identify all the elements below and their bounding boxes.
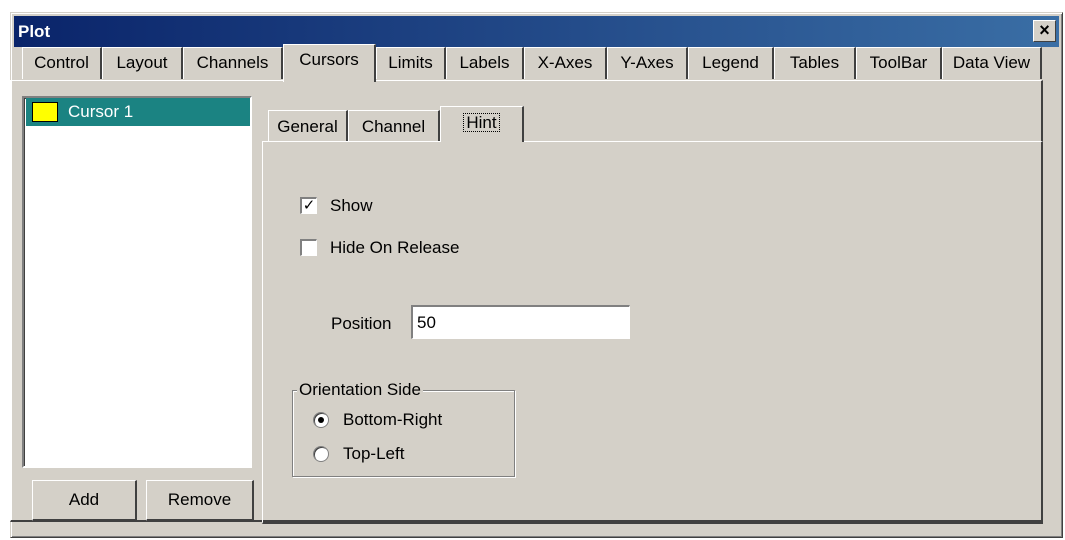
window-title: Plot [18,22,51,41]
check-icon: ✓ [302,197,316,214]
tab-layout[interactable]: Layout [102,47,183,79]
tab-labels[interactable]: Labels [446,47,524,79]
hide-on-release-label: Hide On Release [330,238,460,257]
tab-y-axes[interactable]: Y-Axes [607,47,688,79]
cursor-list[interactable]: Cursor 1 [22,96,252,468]
add-button[interactable]: Add [32,480,137,521]
subtab-channel[interactable]: Channel [348,110,440,142]
show-label: Show [330,196,373,215]
show-checkbox[interactable]: ✓ [300,197,317,214]
tab-data-view[interactable]: Data View [942,47,1042,79]
tab-cursors[interactable]: Cursors [283,44,376,82]
position-input[interactable] [411,305,630,339]
close-icon: × [1039,20,1050,40]
tab-legend[interactable]: Legend [688,47,774,79]
remove-button[interactable]: Remove [146,480,254,521]
bottom-right-label: Bottom-Right [343,410,443,429]
tab-toolbar[interactable]: ToolBar [856,47,942,79]
cursor-color-swatch [32,102,58,122]
tab-limits[interactable]: Limits [376,47,446,79]
close-button[interactable]: × [1033,20,1056,42]
tab-channels[interactable]: Channels [183,47,283,79]
tab-control[interactable]: Control [22,47,102,79]
subtab-general[interactable]: General [268,110,348,142]
list-item-label: Cursor 1 [68,102,134,121]
tab-x-axes[interactable]: X-Axes [524,47,607,79]
position-label: Position [331,314,392,333]
subtab-hint[interactable]: Hint [440,106,524,142]
orientation-side-title: Orientation Side [297,380,423,400]
top-left-label: Top-Left [343,444,405,463]
main-tab-strip: Control Layout Channels Cursors Limits L… [8,44,1048,82]
list-item[interactable]: Cursor 1 [26,98,250,126]
title-bar[interactable]: Plot × [14,16,1059,47]
tab-tables[interactable]: Tables [774,47,856,79]
top-left-radio[interactable] [313,446,329,462]
radio-dot-icon [318,417,324,423]
bottom-right-radio[interactable] [313,412,329,428]
hide-on-release-checkbox[interactable] [300,239,317,256]
